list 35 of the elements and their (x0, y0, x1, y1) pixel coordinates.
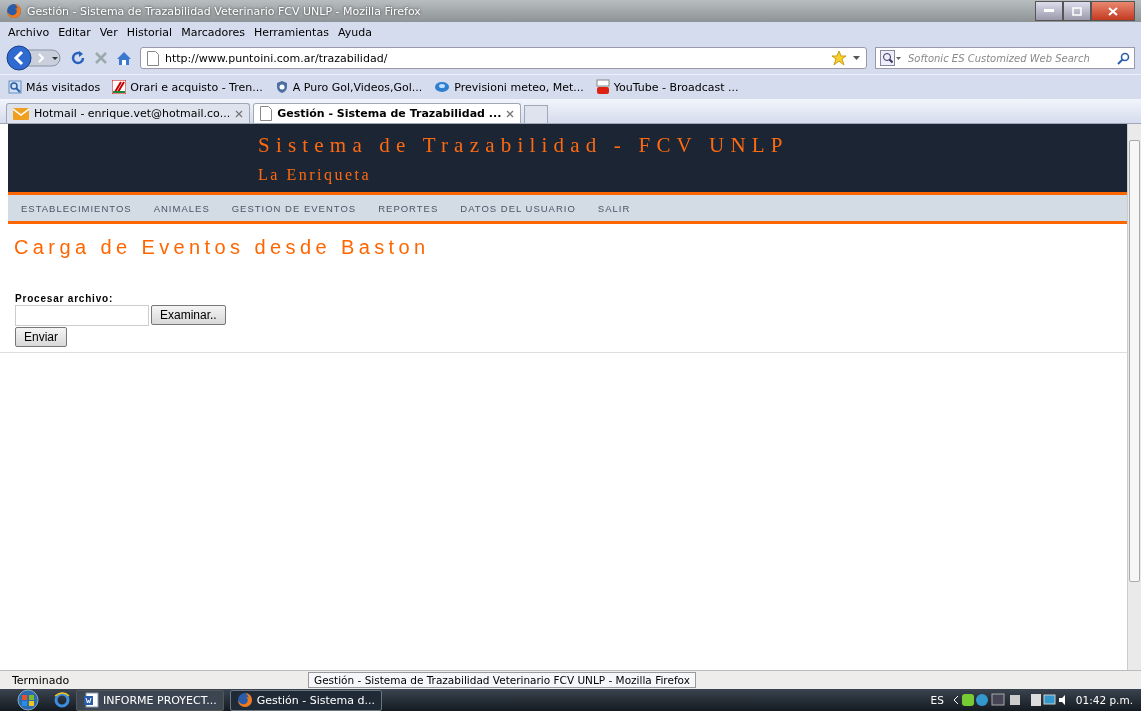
taskbar-button[interactable]: Gestión - Sistema d... (229, 689, 382, 711)
bookmark-link[interactable]: A Puro Gol,Videos,Gol... (292, 80, 423, 94)
menu-item[interactable]: Marcadores (181, 25, 245, 39)
browser-tab[interactable]: Gestión - Sistema de Trazabilidad ... (253, 103, 522, 123)
site-subtitle: La Enriqueta (258, 165, 373, 184)
tooltip: Gestión - Sistema de Trazabilidad Veterinario FCV UNLP - Mozilla Firefox (308, 672, 696, 688)
menu-item[interactable]: Archivo (8, 25, 50, 39)
menu-item[interactable]: Historial (126, 25, 173, 39)
nav-link[interactable]: GESTION DE EVENTOS (223, 202, 369, 214)
nav-link[interactable]: SALIR (589, 202, 643, 214)
bookmark-link[interactable]: YouTube - Broadcast ... (613, 80, 739, 94)
address-field[interactable]: http://www.puntoini.com.ar/trazabilidad/ (140, 47, 867, 69)
window-title: Gestión - Sistema de Trazabilidad Veterinario FCV UNLP - Mozilla Firefox (27, 4, 422, 18)
status-text: Terminado (12, 673, 70, 687)
menu-item[interactable]: Herramientas (253, 25, 329, 39)
menu-item[interactable]: Ver (99, 25, 118, 39)
nav-link[interactable]: ANIMALES (145, 202, 222, 214)
submit-button[interactable]: Enviar (15, 327, 67, 347)
search-box[interactable]: Softonic ES Customized Web Search (875, 47, 1135, 69)
bookmark-link[interactable]: Previsioni meteo, Met... (454, 80, 584, 94)
browse-button[interactable]: Examinar.. (151, 305, 226, 325)
bookmark-link[interactable]: Orari e acquisto - Tren... (130, 80, 263, 94)
page-heading: Carga de Eventos desde Baston (14, 236, 431, 259)
nav-link[interactable]: REPORTES (370, 202, 451, 214)
browser-tab[interactable]: Hotmail - enrique.vet@hotmail.co... (6, 103, 251, 123)
menu-item[interactable]: Editar (58, 25, 91, 39)
field-label: Procesar archivo: (15, 293, 114, 304)
nav-link[interactable]: DATOS DEL USUARIO (452, 202, 588, 214)
site-title: Sistema de Trazabilidad - FCV UNLP (258, 132, 790, 158)
clock: 01:42 p.m. (1075, 694, 1133, 706)
bookmark-link[interactable]: Más visitados (26, 80, 101, 94)
taskbar-button[interactable]: INFORME PROYECT... (76, 689, 224, 711)
menu-item[interactable]: Ayuda (337, 25, 372, 39)
language-indicator[interactable]: ES (930, 694, 944, 706)
nav-link[interactable]: ESTABLECIMIENTOS (13, 202, 144, 214)
